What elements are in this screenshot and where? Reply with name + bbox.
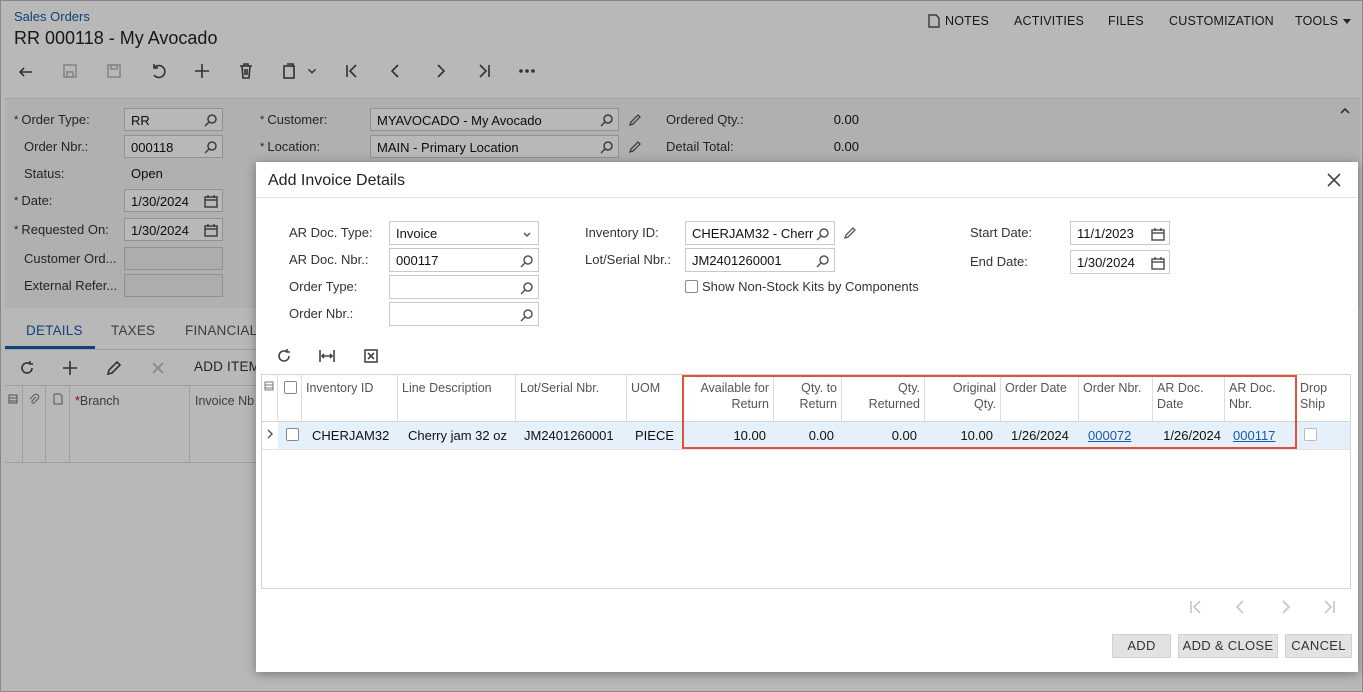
ar-doc-nbr-field[interactable]: 000117	[389, 248, 539, 272]
ar-doc-type-label: AR Doc. Type:	[289, 225, 373, 240]
show-nonstock-checkbox[interactable]	[685, 280, 698, 293]
cell-line-description[interactable]: Cherry jam 32 oz	[404, 422, 516, 449]
next-page-icon[interactable]	[1277, 599, 1293, 618]
row-select-checkbox[interactable]	[286, 428, 299, 441]
calendar-icon[interactable]	[1151, 256, 1165, 270]
add-invoice-details-dialog: Add Invoice Details AR Doc. Type: Invoic…	[256, 162, 1358, 672]
select-all-col	[278, 375, 302, 421]
last-page-icon[interactable]	[1321, 599, 1337, 618]
start-date-field[interactable]: 11/1/2023	[1070, 221, 1170, 245]
calendar-icon[interactable]	[1151, 227, 1165, 241]
col-uom[interactable]: UOM	[627, 375, 683, 421]
cancel-button[interactable]: CANCEL	[1285, 634, 1352, 658]
end-date-label: End Date:	[970, 254, 1028, 269]
lot-serial-label: Lot/Serial Nbr.:	[585, 252, 671, 267]
lot-serial-field[interactable]: JM2401260001	[685, 248, 835, 272]
inventory-id-label: Inventory ID:	[585, 225, 659, 240]
order-type-label: Order Type:	[289, 279, 358, 294]
expand-row-icon[interactable]	[265, 428, 275, 443]
search-icon[interactable]	[520, 308, 534, 322]
refresh-icon[interactable]	[272, 344, 296, 368]
order-nbr-label: Order Nbr.:	[289, 306, 354, 321]
dialog-title: Add Invoice Details	[268, 172, 405, 189]
start-date-label: Start Date:	[970, 225, 1033, 240]
highlight-box	[682, 375, 1297, 449]
end-date-field[interactable]: 1/30/2024	[1070, 250, 1170, 274]
col-drop-ship[interactable]: Drop Ship	[1296, 375, 1350, 421]
cell-uom[interactable]: PIECE	[631, 422, 683, 449]
cell-inventory-id[interactable]: CHERJAM32	[308, 422, 398, 449]
ar-doc-nbr-label: AR Doc. Nbr.:	[289, 252, 369, 267]
chevron-down-icon	[520, 227, 534, 241]
edit-icon[interactable]	[843, 226, 857, 243]
export-excel-icon[interactable]	[359, 344, 383, 368]
first-page-icon[interactable]	[1188, 599, 1204, 618]
order-nbr-field[interactable]	[389, 302, 539, 326]
title-divider	[256, 197, 1358, 198]
col-inventory-id[interactable]: Inventory ID	[302, 375, 398, 421]
add-close-button[interactable]: ADD & CLOSE	[1178, 634, 1278, 658]
drop-ship-checkbox[interactable]	[1304, 428, 1317, 441]
show-nonstock-label: Show Non-Stock Kits by Components	[702, 279, 919, 294]
col-lot-serial[interactable]: Lot/Serial Nbr.	[516, 375, 627, 421]
inventory-id-field[interactable]: CHERJAM32 - Cherr	[685, 221, 835, 245]
select-all-checkbox[interactable]	[284, 381, 297, 394]
search-icon[interactable]	[816, 227, 830, 241]
order-type-field[interactable]	[389, 275, 539, 299]
search-icon[interactable]	[520, 281, 534, 295]
close-icon[interactable]	[1327, 173, 1341, 190]
ar-doc-type-select[interactable]: Invoice	[389, 221, 539, 245]
add-button[interactable]: ADD	[1112, 634, 1171, 658]
fit-columns-icon[interactable]	[315, 344, 339, 368]
col-line-description[interactable]: Line Description	[398, 375, 516, 421]
search-icon[interactable]	[816, 254, 830, 268]
cell-lot-serial[interactable]: JM2401260001	[520, 422, 627, 449]
search-icon[interactable]	[520, 254, 534, 268]
prev-page-icon[interactable]	[1233, 599, 1249, 618]
row-menu-icon	[262, 375, 278, 421]
